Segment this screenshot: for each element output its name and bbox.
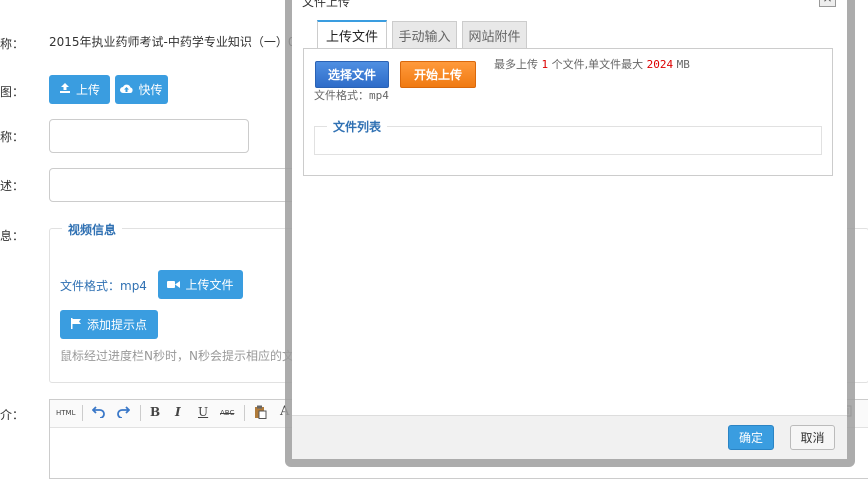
bold-button[interactable]: B: [150, 405, 160, 419]
quick-upload-button[interactable]: 快传: [115, 75, 168, 104]
title-input[interactable]: [49, 119, 249, 153]
confirm-button[interactable]: 确定: [728, 425, 774, 450]
course-name-value: 2015年执业药师考试-中药学专业知识（一）0: [49, 35, 296, 49]
file-format-value: mp4: [369, 89, 389, 102]
limit-unit: MB: [676, 58, 690, 71]
upload-file-button-label: 上传文件: [185, 278, 234, 292]
start-upload-button[interactable]: 开始上传: [400, 61, 476, 88]
description-input[interactable]: [49, 168, 299, 202]
video-format-text: 文件格式：mp4: [60, 279, 147, 293]
label-intro: 介：: [0, 408, 25, 422]
html-source-button[interactable]: HTML: [56, 409, 75, 417]
tab-upload-file[interactable]: 上传文件: [317, 20, 387, 49]
add-hint-point-button-label: 添加提示点: [86, 318, 147, 332]
video-camera-icon: [167, 278, 181, 292]
label-description: 述：: [0, 179, 25, 193]
video-info-legend: 视频信息: [62, 221, 123, 238]
cancel-button[interactable]: 取消: [790, 425, 835, 450]
undo-icon[interactable]: [91, 405, 106, 421]
label-name: 称：: [0, 37, 25, 51]
dialog-title: 文件上传: [302, 0, 351, 9]
upload-button-label: 上传: [75, 83, 100, 97]
file-format-label: 文件格式：: [314, 89, 369, 102]
italic-button[interactable]: I: [175, 405, 181, 419]
upload-file-button[interactable]: 上传文件: [158, 270, 243, 299]
upload-button[interactable]: 上传: [49, 75, 110, 104]
toolbar-divider: [244, 405, 245, 421]
upload-icon: [59, 82, 71, 97]
add-hint-point-button[interactable]: 添加提示点: [60, 310, 158, 339]
tab-site-attachment[interactable]: 网站附件: [462, 21, 527, 49]
file-format-text: 文件格式：mp4: [314, 87, 389, 103]
limit-middle: 个文件,单文件最大: [551, 58, 644, 71]
flag-icon: [70, 317, 82, 332]
limit-prefix: 最多上传: [494, 58, 538, 71]
close-icon[interactable]: ×: [819, 0, 836, 7]
quick-upload-button-label: 快传: [138, 83, 163, 97]
label-info: 息：: [0, 229, 25, 243]
file-list-box: [314, 126, 822, 155]
strikethrough-button[interactable]: ABC: [220, 409, 234, 417]
toolbar-divider: [82, 405, 83, 421]
hint-description-text: 鼠标经过进度栏N秒时，N秒会提示相应的文: [60, 349, 294, 363]
dialog-footer: 确定 取消: [292, 415, 847, 459]
toolbar-divider: [140, 405, 141, 421]
file-list-legend: 文件列表: [327, 118, 388, 135]
limit-size: 2024: [646, 58, 674, 71]
underline-button[interactable]: U: [198, 405, 208, 419]
label-title: 称：: [0, 130, 25, 144]
tab-manual-input[interactable]: 手动输入: [392, 21, 457, 49]
select-file-button[interactable]: 选择文件: [315, 61, 389, 88]
label-image: 图：: [0, 85, 25, 99]
paste-icon[interactable]: [254, 405, 267, 422]
redo-icon[interactable]: [116, 405, 131, 421]
limit-count: 1: [541, 58, 549, 71]
cloud-upload-icon: [120, 83, 134, 97]
upload-file-panel: 选择文件 开始上传 最多上传 1 个文件,单文件最大 2024 MB 文件格式：…: [303, 48, 833, 176]
upload-limit-text: 最多上传 1 个文件,单文件最大 2024 MB: [494, 56, 690, 72]
file-upload-dialog: 文件上传 × 上传文件 手动输入 网站附件 选择文件 开始上传 最多上传 1 个…: [292, 0, 847, 459]
